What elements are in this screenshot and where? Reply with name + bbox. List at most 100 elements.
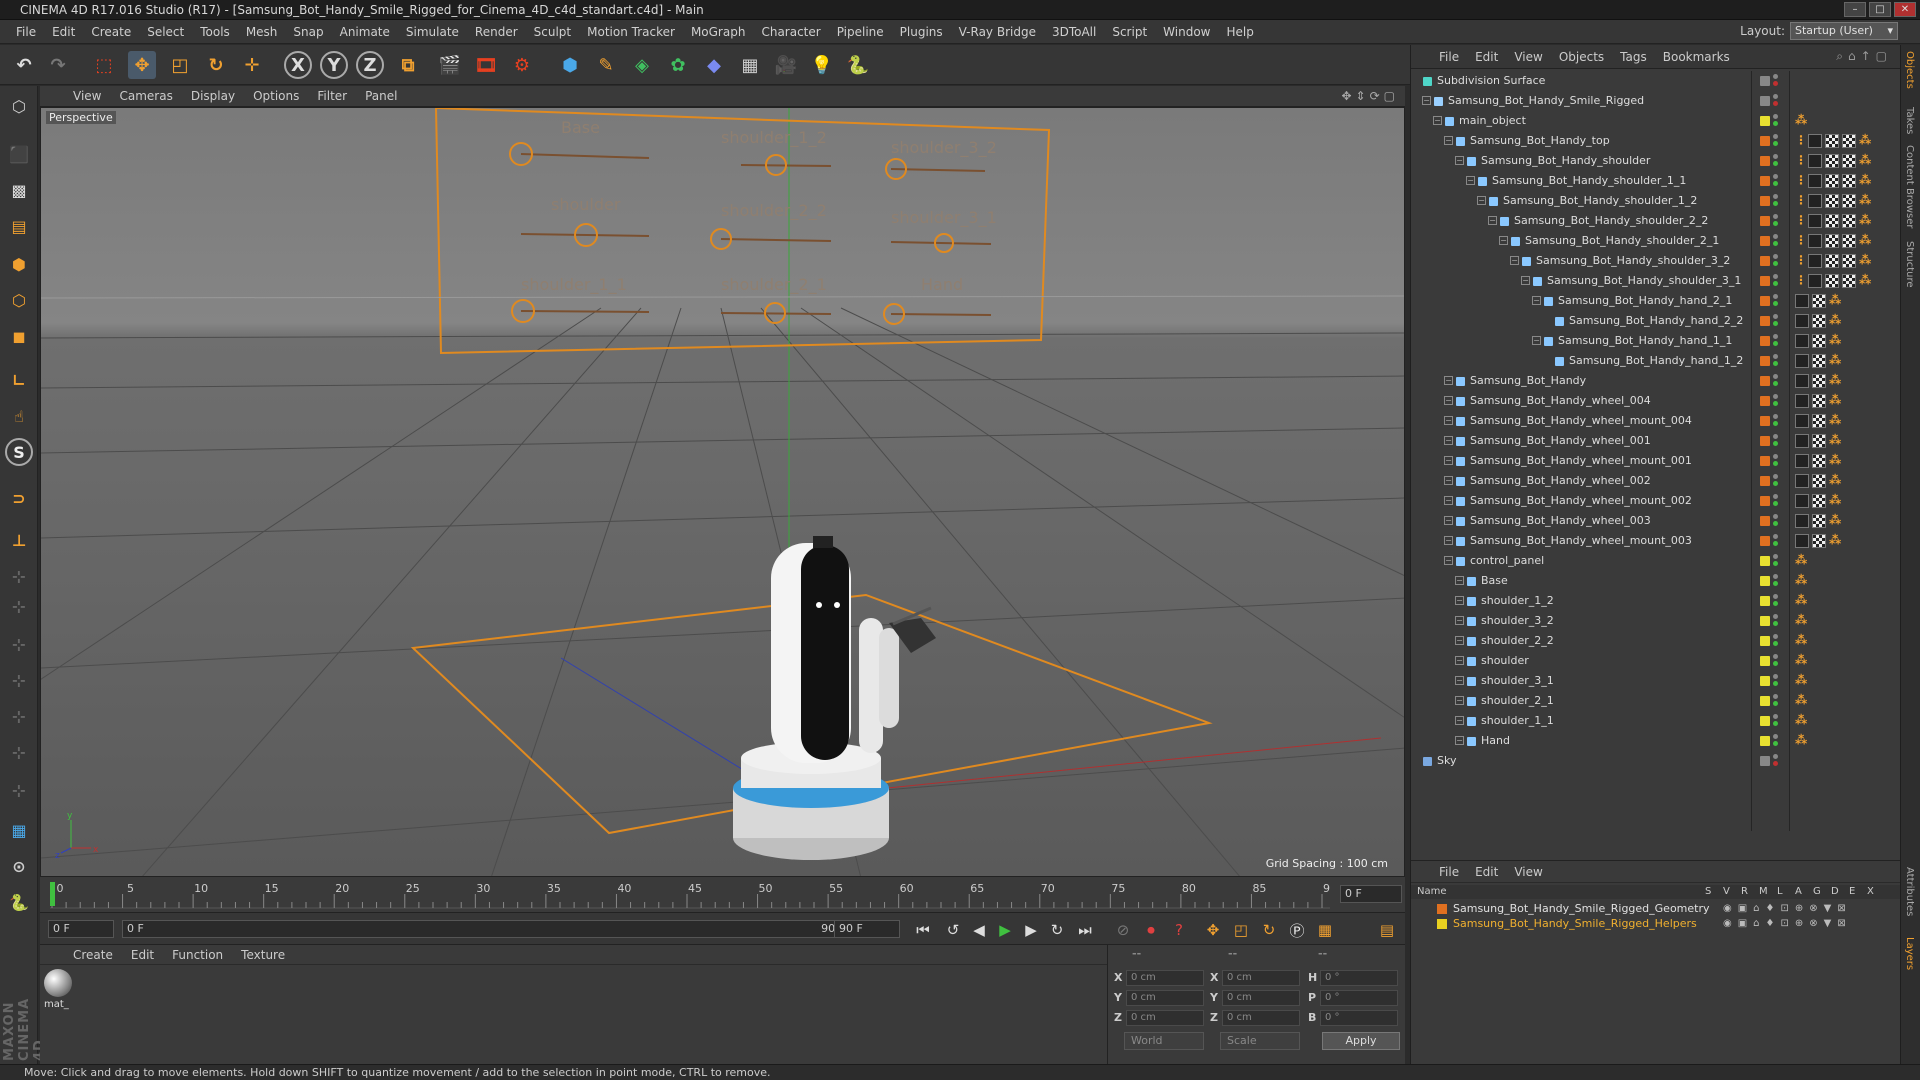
cloner-icon[interactable]: ✿ [664,51,692,79]
visibility-dots[interactable] [1773,714,1779,728]
layer-color-swatch[interactable] [1760,276,1770,286]
size-mode-select[interactable]: Scale [1220,1032,1300,1050]
visibility-dots[interactable] [1773,174,1779,188]
visibility-dots[interactable] [1773,434,1779,448]
workplane-icon[interactable]: ▤ [5,212,33,240]
viewport-camera-label[interactable]: Perspective [46,111,116,124]
robot-model[interactable] [733,536,936,860]
visibility-dots[interactable] [1773,654,1779,668]
pos-z-field[interactable]: 0 cm [1126,1010,1204,1026]
tab-attributes[interactable]: Attributes [1904,867,1915,916]
object-row[interactable]: − shoulder_2_2 ⁂ [1411,631,1901,651]
vp-menu-options[interactable]: Options [244,89,308,103]
layer-color-swatch[interactable] [1760,356,1770,366]
visibility-dots[interactable] [1773,134,1779,148]
3d-viewport[interactable]: Base shoulder_1_2 shoulder_3_2 shoulder … [40,107,1405,877]
layer-color-swatch[interactable] [1760,76,1770,86]
mat-menu-edit[interactable]: Edit [122,948,163,962]
layer-row[interactable]: Samsung_Bot_Handy_Smile_Rigged_Geometry ◉… [1411,901,1900,916]
object-tags[interactable]: ⋮ ⁂ [1795,134,1871,148]
go-to-end-icon[interactable]: ⏭ [1074,919,1096,941]
object-tags[interactable]: ⁂ [1795,414,1841,428]
object-tags[interactable]: ⋮ ⁂ [1795,214,1871,228]
layer-color-swatch[interactable] [1760,696,1770,706]
layer-color-swatch[interactable] [1760,196,1770,206]
key-rotate-icon[interactable]: ↻ [1258,919,1280,941]
layer-color-swatch[interactable] [1760,676,1770,686]
expand-toggle-icon[interactable]: − [1466,176,1475,185]
visibility-dots[interactable] [1773,634,1779,648]
redo-icon[interactable]: ↷ [44,51,72,79]
menu-motion-tracker[interactable]: Motion Tracker [579,25,683,39]
expand-toggle-icon[interactable]: − [1477,196,1486,205]
material-name[interactable]: mat_ [44,999,69,1010]
sculpt-brush-5-icon[interactable]: ⊹ [5,702,33,730]
z-axis-lock-icon[interactable]: Z [356,51,384,79]
sculpt-brush-3-icon[interactable]: ⊹ [5,630,33,658]
visibility-dots[interactable] [1773,534,1779,548]
cube-primitive-icon[interactable]: ⬢ [556,51,584,79]
object-row[interactable]: − Samsung_Bot_Handy ⁂ [1411,371,1901,391]
visibility-dots[interactable] [1773,414,1779,428]
visibility-dots[interactable] [1773,254,1779,268]
om-menu-objects[interactable]: Objects [1551,50,1612,64]
layer-color-swatch[interactable] [1760,576,1770,586]
make-editable-icon[interactable]: ⬡ [5,92,33,120]
object-tags[interactable]: ⋮ ⁂ [1795,174,1871,188]
expand-toggle-icon[interactable]: − [1444,496,1453,505]
maximize-icon[interactable]: □ [1869,2,1891,17]
om-menu-view[interactable]: View [1506,50,1550,64]
expand-toggle-icon[interactable]: − [1532,336,1541,345]
object-tags[interactable]: ⁂ [1795,314,1841,328]
expand-toggle-icon[interactable]: − [1510,256,1519,265]
visibility-dots[interactable] [1773,374,1779,388]
layer-color-swatch[interactable] [1760,736,1770,746]
object-row[interactable]: − Samsung_Bot_Handy_shoulder_3_2 ⋮ ⁂ [1411,251,1901,271]
sculpt-brush-1-icon[interactable]: ⊹ [5,562,33,590]
object-tags[interactable]: ⋮ ⁂ [1795,154,1871,168]
grid-display-icon[interactable]: ▦ [5,816,33,844]
visibility-dots[interactable] [1773,574,1779,588]
viewport-nav-icons[interactable]: ✥⇕⟳▢ [1341,89,1399,103]
layer-color-swatch[interactable] [1760,756,1770,766]
object-row[interactable]: − Samsung_Bot_Handy_wheel_001 ⁂ [1411,431,1901,451]
menu-character[interactable]: Character [753,25,828,39]
visibility-dots[interactable] [1773,674,1779,688]
menu-plugins[interactable]: Plugins [892,25,951,39]
object-row[interactable]: − shoulder_1_2 ⁂ [1411,591,1901,611]
layer-color-swatch[interactable] [1760,236,1770,246]
prev-frame-icon[interactable]: ◀ [968,919,990,941]
deformer-icon[interactable]: ◆ [700,51,728,79]
expand-toggle-icon[interactable]: − [1444,436,1453,445]
rotate-tool-icon[interactable]: ↻ [202,51,230,79]
object-row[interactable]: − Samsung_Bot_Handy_wheel_mount_004 ⁂ [1411,411,1901,431]
lm-menu-file[interactable]: File [1431,865,1467,879]
layer-color-swatch[interactable] [1760,496,1770,506]
python-icon[interactable]: 🐍 [844,51,872,79]
object-row[interactable]: − Samsung_Bot_Handy_shoulder_2_2 ⋮ ⁂ [1411,211,1901,231]
expand-toggle-icon[interactable]: − [1444,516,1453,525]
visibility-dots[interactable] [1773,154,1779,168]
object-tags[interactable]: ⁂ [1795,114,1807,128]
object-row[interactable]: − shoulder_3_2 ⁂ [1411,611,1901,631]
object-row[interactable]: Samsung_Bot_Handy_hand_1_2 ⁂ [1411,351,1901,371]
object-row[interactable]: − shoulder_2_1 ⁂ [1411,691,1901,711]
expand-toggle-icon[interactable]: − [1499,236,1508,245]
visibility-dots[interactable] [1773,194,1779,208]
end-frame-field[interactable]: 90 F [834,920,900,938]
record-keys-icon[interactable]: ⊘ [1112,919,1134,941]
go-to-start-icon[interactable]: ⏮ [912,919,934,941]
tab-structure[interactable]: Structure [1904,241,1915,288]
vp-menu-cameras[interactable]: Cameras [110,89,181,103]
expand-toggle-icon[interactable]: − [1444,556,1453,565]
play-icon[interactable]: ▶ [994,919,1016,941]
object-tags[interactable]: ⁂ [1795,354,1841,368]
apply-button[interactable]: Apply [1322,1032,1400,1050]
layer-color-swatch[interactable] [1760,436,1770,446]
object-tags[interactable]: ⁂ [1795,294,1841,308]
sculpt-brush-6-icon[interactable]: ⊹ [5,738,33,766]
om-menu-bookmarks[interactable]: Bookmarks [1655,50,1738,64]
object-row[interactable]: − Samsung_Bot_Handy_wheel_mount_001 ⁂ [1411,451,1901,471]
visibility-dots[interactable] [1773,594,1779,608]
menu-snap[interactable]: Snap [285,25,331,39]
